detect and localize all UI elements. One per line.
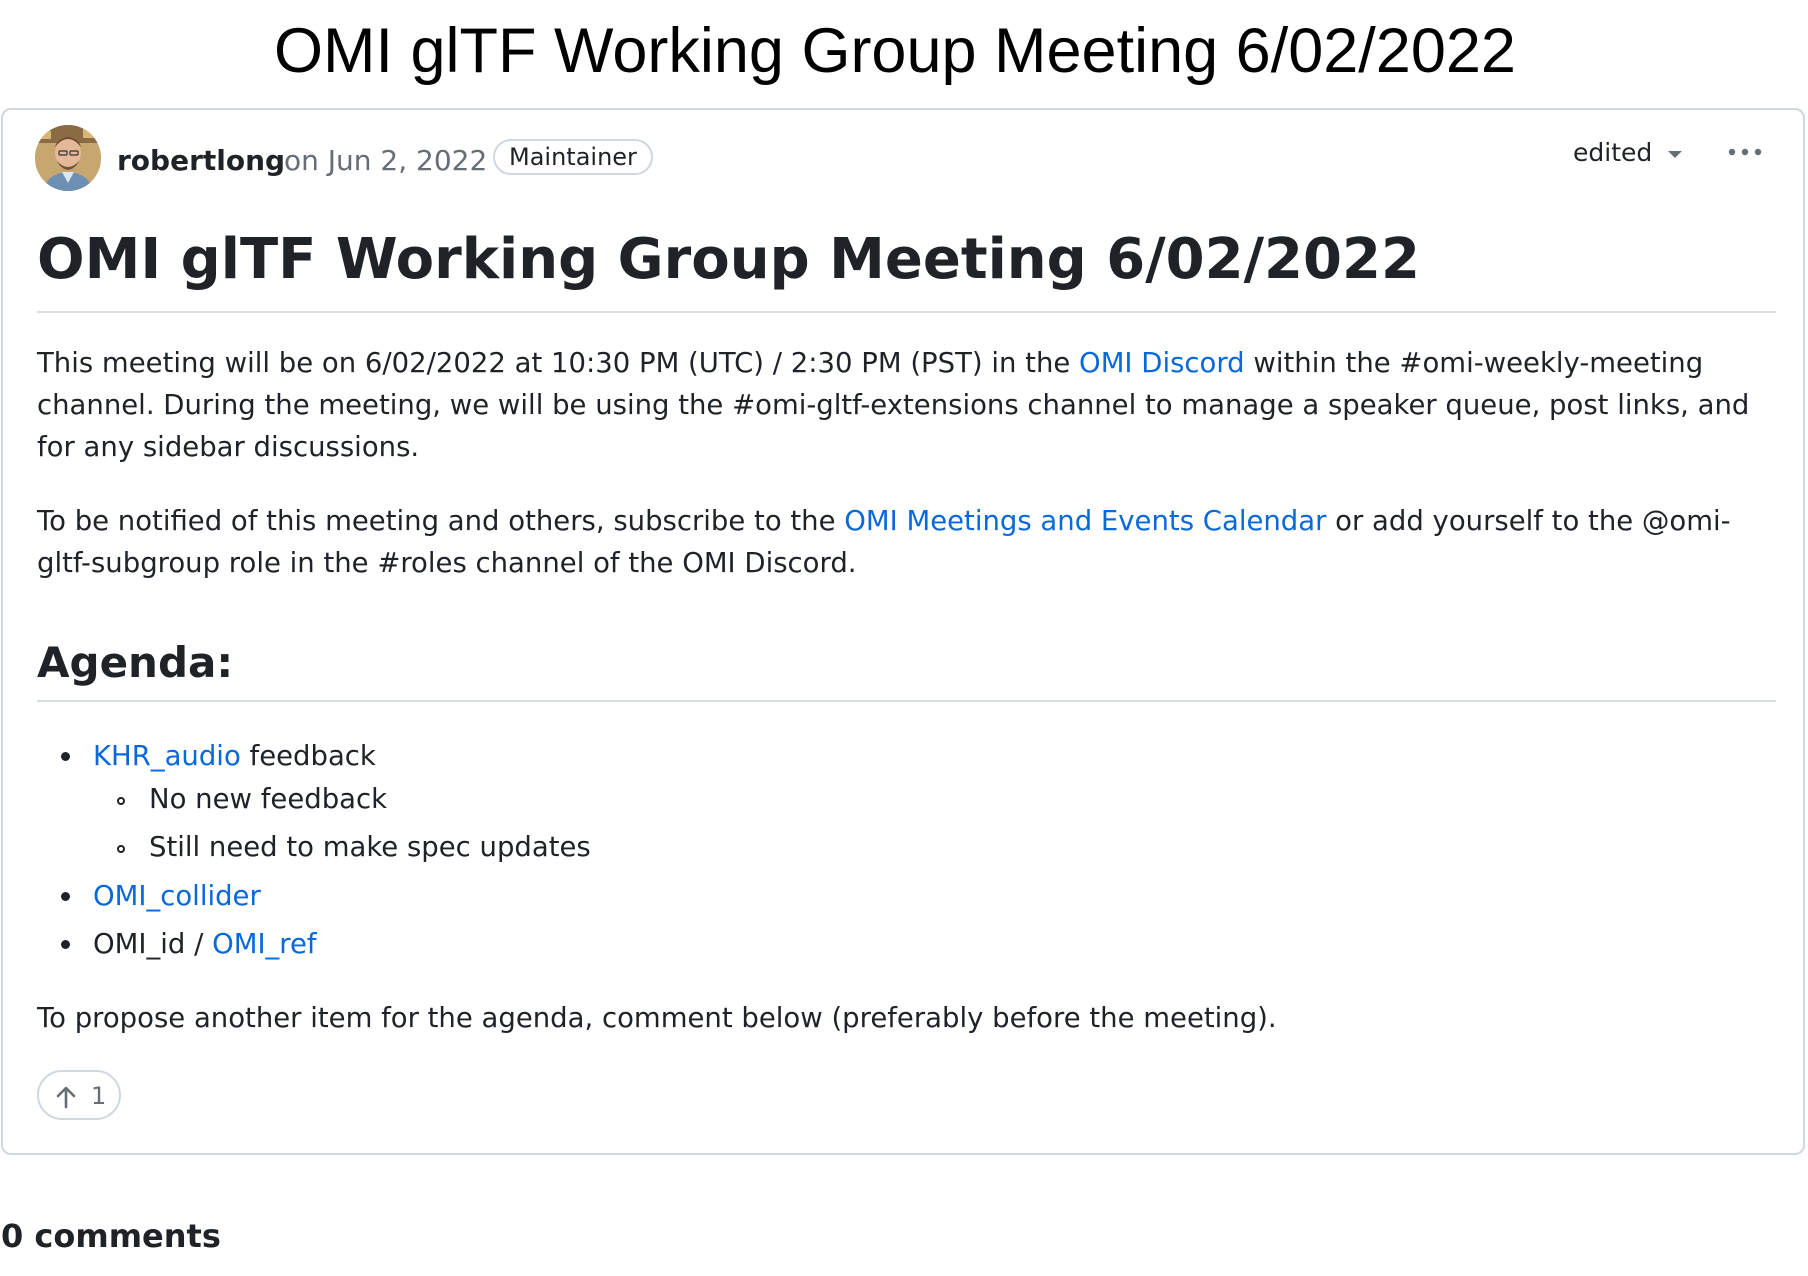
avatar-image <box>35 125 101 191</box>
omi-discord-link[interactable]: OMI Discord <box>1079 347 1245 379</box>
role-badge: Maintainer <box>493 139 653 175</box>
page-title: OMI glTF Working Group Meeting 6/02/2022 <box>274 16 1516 86</box>
upvote-count: 1 <box>91 1082 107 1110</box>
sub-list-item: Still need to make spec updates <box>149 831 591 863</box>
upvote-button[interactable]: 1 <box>37 1070 121 1120</box>
discussion-post: robertlong on Jun 2, 2022 Maintainer edi… <box>1 108 1805 1155</box>
agenda-divider <box>37 700 1776 702</box>
arrow-up-icon <box>56 1086 76 1109</box>
list-item: OMI_collider <box>93 876 261 916</box>
paragraph-text: This meeting will be on 6/02/2022 at 10:… <box>37 347 1080 379</box>
calendar-link[interactable]: OMI Meetings and Events Calendar <box>844 505 1326 537</box>
paragraph-subscribe: To be notified of this meeting and other… <box>37 500 1777 584</box>
sub-list-item: No new feedback <box>149 783 388 815</box>
chevron-down-icon <box>1668 150 1683 158</box>
omi-ref-link[interactable]: OMI_ref <box>212 928 317 960</box>
paragraph-text: To be notified of this meeting and other… <box>37 505 845 537</box>
list-item: KHR_audio feedback <box>93 736 376 776</box>
post-date[interactable]: on Jun 2, 2022 <box>284 143 487 179</box>
author-link[interactable]: robertlong <box>117 143 285 179</box>
bullet <box>61 892 70 901</box>
list-item-text: OMI_id / <box>93 928 213 960</box>
sub-bullet <box>117 845 125 853</box>
bullet <box>61 752 70 761</box>
comments-count: 0 comments <box>1 1217 221 1255</box>
agenda-heading: Agenda: <box>37 638 234 687</box>
sub-bullet <box>117 797 125 805</box>
khr-audio-link[interactable]: KHR_audio <box>93 740 241 772</box>
list-item: OMI_id / OMI_ref <box>93 924 317 964</box>
edited-history-dropdown[interactable]: edited <box>1573 136 1683 170</box>
closing-text: To propose another item for the agenda, … <box>37 1002 1277 1034</box>
paragraph-meeting-info: This meeting will be on 6/02/2022 at 10:… <box>37 342 1777 468</box>
bullet <box>61 940 70 949</box>
kebab-horizontal-icon[interactable] <box>1725 140 1765 164</box>
omi-collider-link[interactable]: OMI_collider <box>93 880 261 912</box>
list-item-text: feedback <box>240 740 376 772</box>
post-heading: OMI glTF Working Group Meeting 6/02/2022 <box>37 227 1420 292</box>
edited-label: edited <box>1573 138 1653 167</box>
avatar[interactable] <box>35 125 101 191</box>
heading-divider <box>37 311 1776 313</box>
